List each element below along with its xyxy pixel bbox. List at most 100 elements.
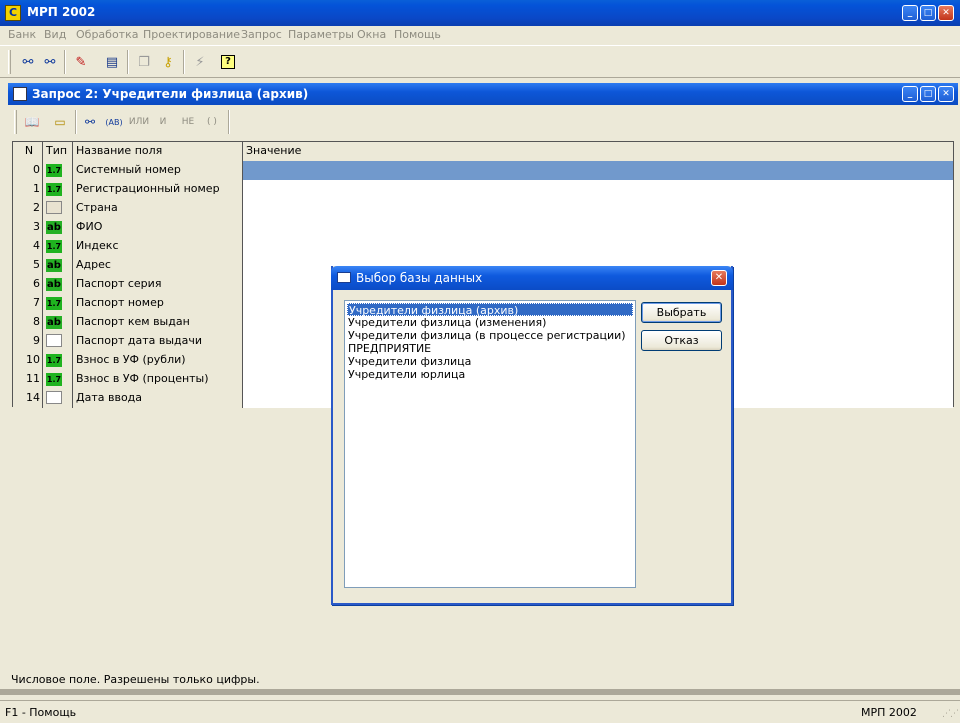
scroll-icon[interactable]: ▭ (50, 112, 70, 132)
list-item[interactable]: ПРЕДПРИЯТИЕ (347, 342, 633, 355)
binoculars-icon[interactable]: ⚯ (80, 112, 100, 132)
row-number: 5 (13, 256, 43, 275)
maximize-icon[interactable]: □ (920, 5, 936, 21)
table-row[interactable]: 4 1.7 Индекс (13, 237, 953, 256)
toolbar-separator (75, 110, 77, 134)
menu-help[interactable]: Помощь (394, 28, 441, 41)
query-window-icon[interactable] (13, 87, 27, 101)
list-item[interactable]: Учредители физлица (изменения) (347, 316, 633, 329)
bottom-scroll-area (0, 689, 960, 695)
header-name[interactable]: Название поля (73, 142, 243, 161)
app-titlebar: С МРП 2002 _ □ ✕ (0, 0, 960, 26)
child-close-icon[interactable]: ✕ (938, 86, 954, 102)
status-app-name: МРП 2002 (861, 706, 917, 719)
dialog-window-icon (337, 272, 351, 283)
copy-icon[interactable]: ❐ (134, 52, 154, 72)
key-icon[interactable]: ⚷ (158, 52, 178, 72)
child-maximize-icon[interactable]: □ (920, 86, 936, 102)
text-type-icon: ab (46, 259, 62, 272)
menu-parameters[interactable]: Параметры (288, 28, 354, 41)
help-icon[interactable]: ? (218, 52, 238, 72)
database-listbox[interactable]: Учредители физлица (архив) Учредители физ… (344, 300, 636, 588)
row-type: 1.7 (43, 351, 73, 370)
list-item[interactable]: Учредители юрлица (347, 368, 633, 381)
parens-button[interactable]: ( ) (204, 112, 220, 132)
table-row[interactable]: 2 Страна (13, 199, 953, 218)
select-database-dialog: Выбор базы данных ✕ Учредители физлица (… (331, 266, 733, 605)
resize-grip-icon[interactable]: ⋰⋰ (942, 709, 959, 719)
book-icon[interactable]: 📖 (22, 112, 42, 132)
not-button[interactable]: НЕ (178, 112, 198, 132)
table-row[interactable]: 0 1.7 Системный номер (13, 161, 953, 180)
menu-windows[interactable]: Окна (357, 28, 386, 41)
row-type (43, 332, 73, 351)
row-number: 6 (13, 275, 43, 294)
header-n[interactable]: N (13, 142, 43, 161)
row-field-name: Взнос в УФ (рубли) (73, 351, 243, 370)
menu-processing[interactable]: Обработка (76, 28, 138, 41)
toolbar-separator (127, 50, 129, 74)
row-value-cell[interactable] (243, 218, 953, 237)
list-item[interactable]: Учредители физлица (архив) (347, 303, 633, 317)
row-number: 0 (13, 161, 43, 180)
child-minimize-icon[interactable]: _ (902, 86, 918, 102)
row-field-name: Паспорт дата выдачи (73, 332, 243, 351)
text-type-icon: ab (46, 316, 62, 329)
row-type: ab (43, 275, 73, 294)
query-status: Числовое поле. Разрешены только цифры. (8, 671, 958, 689)
date-type-icon (46, 391, 62, 404)
query-window-title: Запрос 2: Учредители физлица (архив) (32, 87, 309, 101)
dialog-titlebar[interactable]: Выбор базы данных ✕ (331, 266, 733, 290)
row-type: 1.7 (43, 294, 73, 313)
row-type: 1.7 (43, 370, 73, 389)
select-button[interactable]: Выбрать (641, 302, 722, 323)
and-button[interactable]: И (156, 112, 170, 132)
text-type-icon: ab (46, 278, 62, 291)
header-type[interactable]: Тип (43, 142, 73, 161)
row-type: 1.7 (43, 161, 73, 180)
table-row[interactable]: 1 1.7 Регистрационный номер (13, 180, 953, 199)
binoculars-icon[interactable]: ⚯ (18, 52, 38, 72)
ab-filter-icon[interactable]: (AB) (104, 112, 124, 132)
query-toolbar: 📖 ▭ ⚯ (AB) ИЛИ И НЕ ( ) (8, 107, 958, 137)
row-field-name: Индекс (73, 237, 243, 256)
list-item[interactable]: Учредители физлица (в процессе регистрац… (347, 329, 633, 342)
row-type: 1.7 (43, 180, 73, 199)
table-row[interactable]: 3 ab ФИО (13, 218, 953, 237)
binoculars-list-icon[interactable]: ⚯ (40, 52, 60, 72)
toolbar-grip[interactable] (14, 110, 17, 134)
row-value-cell[interactable] (243, 199, 953, 218)
bar-chart-icon[interactable]: ▤ (102, 52, 122, 72)
dialog-close-icon[interactable]: ✕ (711, 270, 727, 286)
app-logo-icon[interactable]: С (5, 5, 21, 21)
close-icon[interactable]: ✕ (938, 5, 954, 21)
row-type (43, 389, 73, 408)
menu-view[interactable]: Вид (44, 28, 66, 41)
row-value-cell[interactable] (243, 237, 953, 256)
menu-query[interactable]: Запрос (241, 28, 282, 41)
row-field-name: Паспорт номер (73, 294, 243, 313)
row-type: ab (43, 313, 73, 332)
menu-bank[interactable]: Банк (8, 28, 36, 41)
main-toolbar: ⚯ ⚯ ✎ ▤ ❐ ⚷ ⚡ ? (0, 45, 960, 78)
row-type: ab (43, 256, 73, 275)
row-value-cell[interactable] (243, 161, 953, 180)
chart-edit-icon[interactable]: ✎ (71, 52, 91, 72)
row-field-name: Взнос в УФ (проценты) (73, 370, 243, 389)
toolbar-separator (228, 110, 230, 134)
query-window-titlebar[interactable]: Запрос 2: Учредители физлица (архив) _ □… (8, 83, 958, 105)
numeric-type-icon: 1.7 (46, 240, 62, 253)
row-number: 8 (13, 313, 43, 332)
grid-header: N Тип Название поля Значение (13, 142, 953, 161)
or-button[interactable]: ИЛИ (126, 112, 152, 132)
toolbar-grip[interactable] (8, 50, 11, 74)
row-value-cell[interactable] (243, 180, 953, 199)
cancel-button[interactable]: Отказ (641, 330, 722, 351)
numeric-type-icon: 1.7 (46, 373, 62, 386)
minimize-icon[interactable]: _ (902, 5, 918, 21)
toolbar-separator (64, 50, 66, 74)
menu-design[interactable]: Проектирование (143, 28, 240, 41)
list-item[interactable]: Учредители физлица (347, 355, 633, 368)
lightning-icon[interactable]: ⚡ (190, 52, 210, 72)
header-value[interactable]: Значение (243, 142, 953, 161)
